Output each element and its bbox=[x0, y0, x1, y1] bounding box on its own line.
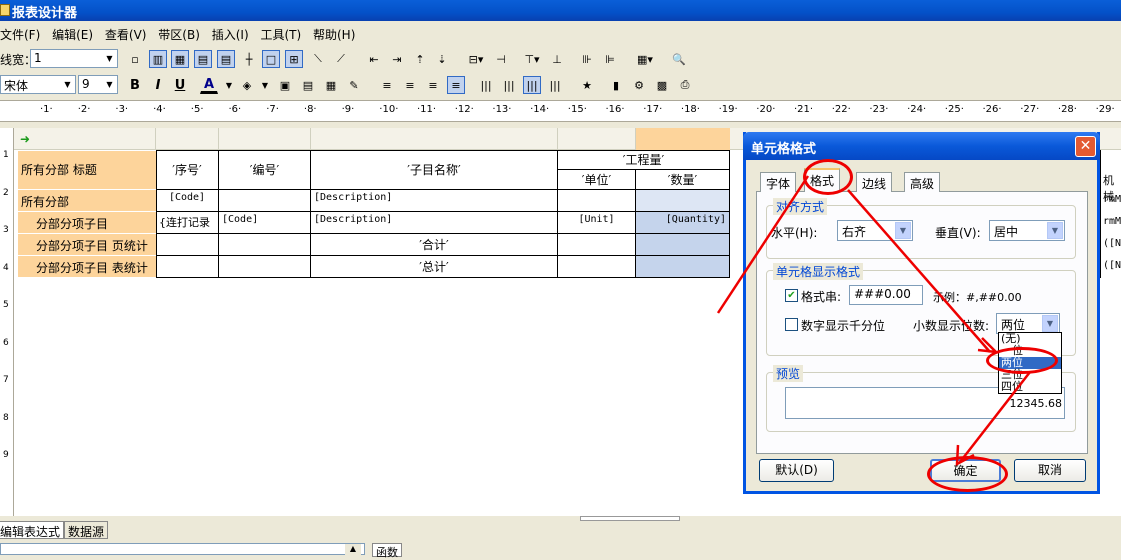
annotation-arrow-line bbox=[959, 371, 1031, 463]
annotation-arrow-line bbox=[847, 189, 991, 353]
annotation-arrows bbox=[716, 175, 1031, 467]
annotation-arrow-line bbox=[716, 175, 810, 314]
